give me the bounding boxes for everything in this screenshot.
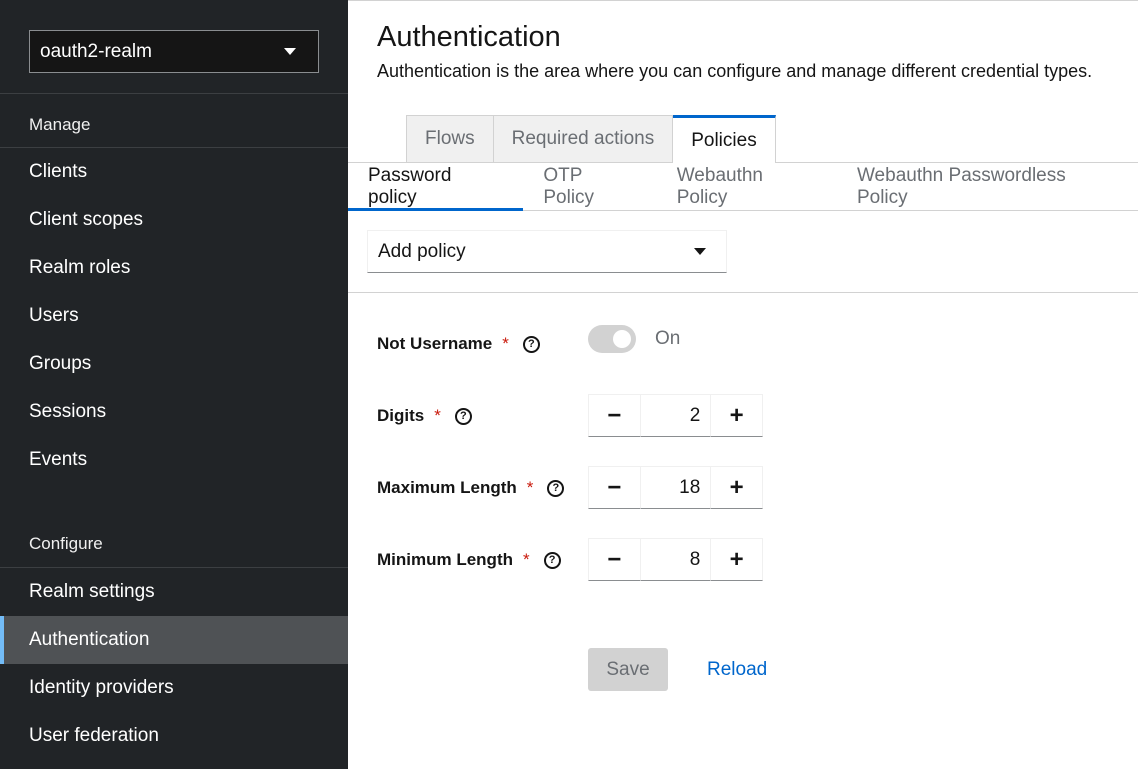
min-length-label: Minimum Length bbox=[377, 550, 513, 569]
add-policy-select[interactable]: Add policy bbox=[367, 230, 727, 273]
help-icon[interactable]: ? bbox=[547, 479, 565, 497]
min-length-input[interactable]: 8 bbox=[640, 538, 711, 581]
required-marker: * bbox=[526, 478, 534, 497]
sidebar-item-users[interactable]: Users bbox=[0, 292, 348, 340]
digits-input[interactable]: 2 bbox=[640, 394, 711, 437]
section-title-manage: Manage bbox=[29, 115, 91, 134]
digits-plus-button[interactable]: + bbox=[710, 394, 763, 437]
reload-button[interactable]: Reload bbox=[707, 648, 767, 691]
not-username-label-group: Not Username * ? bbox=[377, 334, 540, 354]
main-content: Authentication Authentication is the are… bbox=[348, 0, 1138, 769]
page-title: Authentication bbox=[377, 21, 561, 53]
subtab-webauthn-policy[interactable]: Webauthn Policy bbox=[657, 163, 837, 210]
min-length-label-group: Minimum Length * ? bbox=[377, 550, 561, 570]
content-divider bbox=[348, 292, 1138, 293]
sidebar-item-client-scopes[interactable]: Client scopes bbox=[0, 196, 348, 244]
save-button[interactable]: Save bbox=[588, 648, 668, 691]
help-icon[interactable]: ? bbox=[522, 335, 540, 353]
help-icon[interactable]: ? bbox=[543, 551, 561, 569]
subtab-password-policy[interactable]: Password policy bbox=[348, 163, 524, 211]
switch-knob bbox=[613, 330, 631, 348]
max-length-plus-button[interactable]: + bbox=[710, 466, 763, 509]
sidebar-item-identity-providers[interactable]: Identity providers bbox=[0, 664, 348, 712]
sidebar-divider bbox=[0, 93, 348, 94]
add-policy-label: Add policy bbox=[378, 240, 466, 262]
help-icon[interactable]: ? bbox=[454, 407, 472, 425]
realm-selector-label: oauth2-realm bbox=[40, 40, 152, 62]
caret-down-icon bbox=[694, 248, 706, 255]
max-length-label: Maximum Length bbox=[377, 478, 517, 497]
sidebar-item-realm-settings[interactable]: Realm settings bbox=[0, 568, 348, 616]
sidebar-item-groups[interactable]: Groups bbox=[0, 340, 348, 388]
sidebar-item-realm-roles[interactable]: Realm roles bbox=[0, 244, 348, 292]
digits-label-group: Digits * ? bbox=[377, 406, 472, 426]
subtabs: Password policy OTP Policy Webauthn Poli… bbox=[348, 163, 1138, 211]
required-marker: * bbox=[502, 334, 509, 353]
subtab-webauthn-passwordless-policy[interactable]: Webauthn Passwordless Policy bbox=[837, 163, 1138, 210]
max-length-minus-button[interactable]: − bbox=[588, 466, 641, 509]
sidebar-item-authentication[interactable]: Authentication bbox=[0, 616, 348, 664]
tab-required-actions[interactable]: Required actions bbox=[493, 115, 674, 162]
max-length-label-group: Maximum Length * ? bbox=[377, 478, 565, 498]
sidebar-item-events[interactable]: Events bbox=[0, 436, 348, 484]
required-marker: * bbox=[434, 406, 441, 425]
digits-label: Digits bbox=[377, 406, 425, 425]
sidebar-item-sessions[interactable]: Sessions bbox=[0, 388, 348, 436]
min-length-plus-button[interactable]: + bbox=[710, 538, 763, 581]
digits-stepper: − 2 + bbox=[588, 394, 763, 437]
min-length-minus-button[interactable]: − bbox=[588, 538, 641, 581]
required-marker: * bbox=[522, 550, 530, 569]
not-username-switch[interactable] bbox=[588, 325, 636, 353]
sidebar: oauth2-realm Manage Clients Client scope… bbox=[0, 0, 348, 769]
subtab-otp-policy[interactable]: OTP Policy bbox=[523, 163, 656, 210]
max-length-input[interactable]: 18 bbox=[640, 466, 711, 509]
digits-minus-button[interactable]: − bbox=[588, 394, 641, 437]
section-title-configure: Configure bbox=[29, 534, 103, 553]
caret-down-icon bbox=[284, 48, 296, 55]
tab-policies[interactable]: Policies bbox=[673, 115, 776, 163]
sidebar-item-user-federation[interactable]: User federation bbox=[0, 712, 348, 760]
page-description: Authentication is the area where you can… bbox=[377, 61, 1093, 81]
not-username-label: Not Username bbox=[377, 334, 493, 353]
tab-flows[interactable]: Flows bbox=[406, 115, 494, 162]
not-username-switch-label: On bbox=[655, 328, 681, 349]
realm-selector[interactable]: oauth2-realm bbox=[29, 30, 319, 73]
min-length-stepper: − 8 + bbox=[588, 538, 763, 581]
tabs: Flows Required actions Policies bbox=[406, 115, 776, 163]
max-length-stepper: − 18 + bbox=[588, 466, 763, 509]
sidebar-item-clients[interactable]: Clients bbox=[0, 148, 348, 196]
